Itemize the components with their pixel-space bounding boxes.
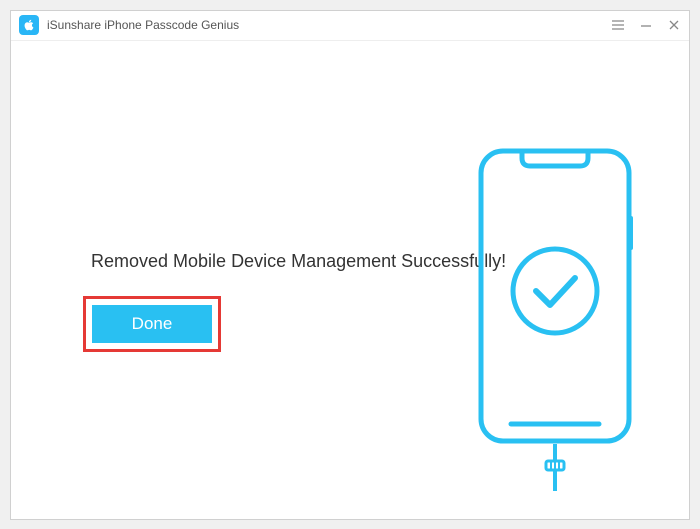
minimize-icon[interactable] (639, 18, 653, 32)
success-message: Removed Mobile Device Management Success… (91, 251, 506, 272)
app-logo (19, 15, 39, 35)
window-controls (611, 18, 681, 32)
apple-icon (22, 18, 36, 32)
titlebar: iSunshare iPhone Passcode Genius (11, 11, 689, 41)
content-area: Removed Mobile Device Management Success… (11, 41, 689, 519)
app-window: iSunshare iPhone Passcode Genius Removed… (10, 10, 690, 520)
close-icon[interactable] (667, 18, 681, 32)
phone-success-icon (474, 146, 649, 496)
done-button-highlight: Done (83, 296, 221, 352)
menu-icon[interactable] (611, 18, 625, 32)
checkmark-circle (513, 249, 597, 333)
done-button[interactable]: Done (92, 305, 212, 343)
app-title: iSunshare iPhone Passcode Genius (47, 18, 611, 32)
checkmark-icon (536, 278, 575, 305)
